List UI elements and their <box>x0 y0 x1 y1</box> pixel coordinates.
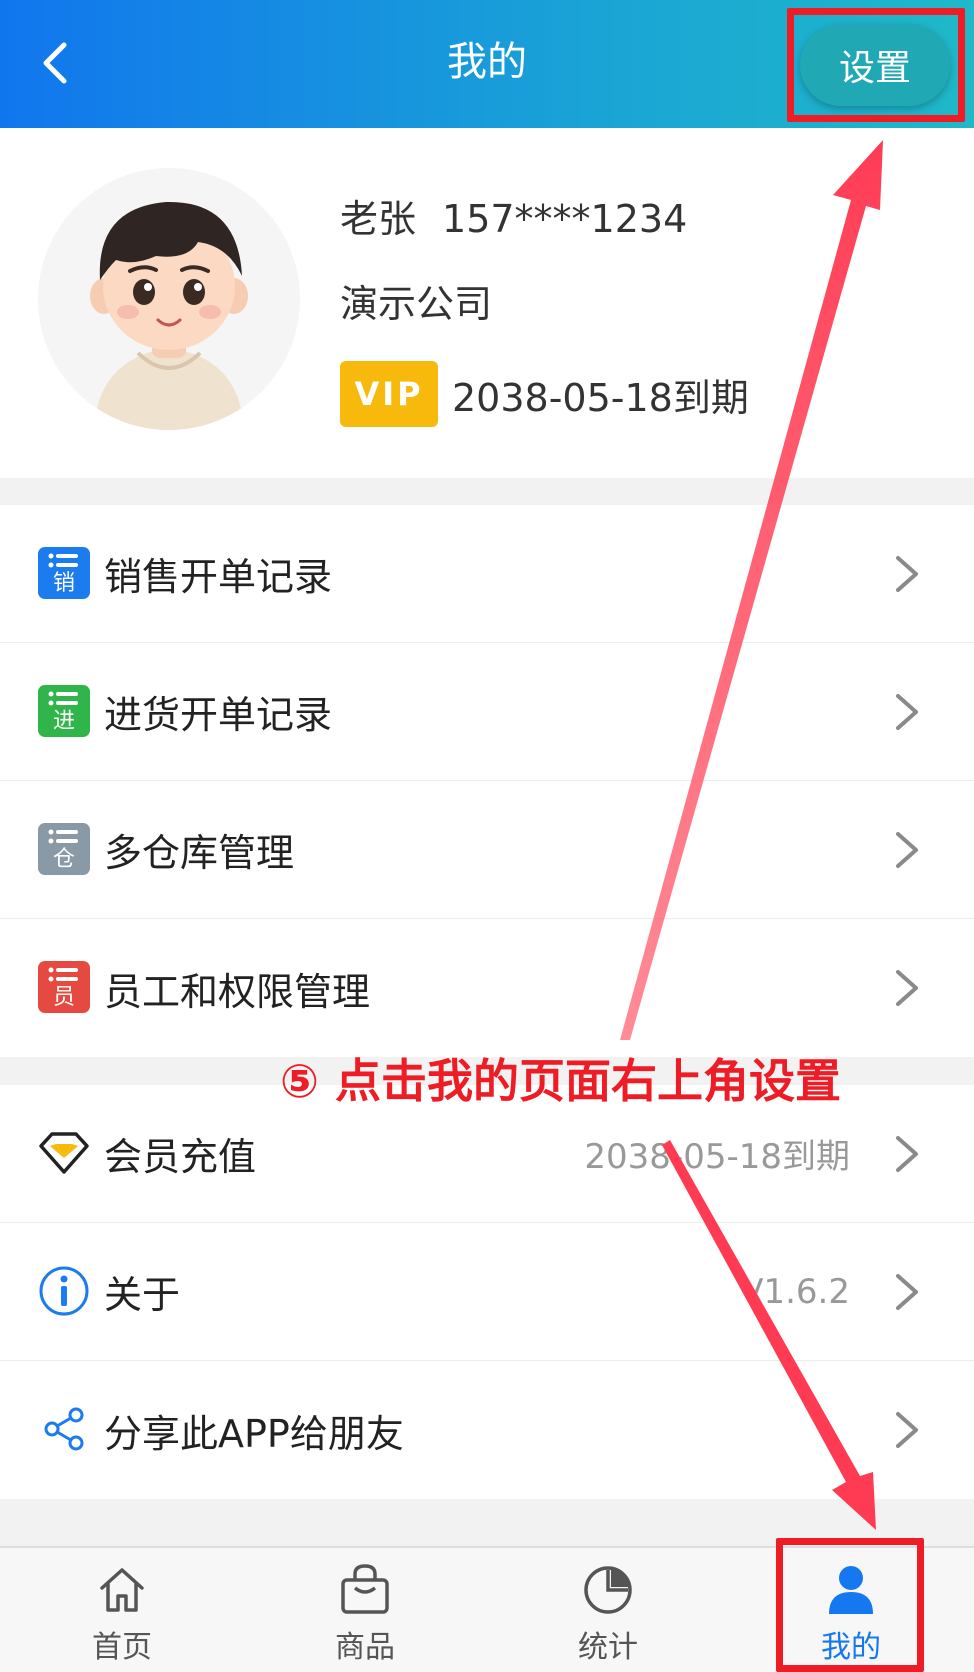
chevron-right-icon <box>896 694 918 730</box>
pie-chart-icon <box>584 1566 632 1614</box>
diamond-icon <box>38 1127 90 1179</box>
staff-list-icon: 员 <box>38 961 90 1013</box>
tab-home[interactable]: 首页 <box>42 1548 202 1672</box>
icon-char: 进 <box>52 709 75 734</box>
menu-item-purchase-records[interactable]: 进 进货开单记录 <box>0 643 974 781</box>
menu-item-about[interactable]: 关于 V1.6.2 <box>0 1223 974 1361</box>
vip-expire-date: 2038-05-18到期 <box>452 375 749 420</box>
annotation-text: ⑤ 点击我的页面右上角设置 <box>280 1054 841 1108</box>
profile-name-row: 老张 157****1234 <box>340 188 687 243</box>
bag-icon <box>341 1564 389 1614</box>
menu-item-warehouse-management[interactable]: 仓 多仓库管理 <box>0 781 974 919</box>
info-icon <box>38 1265 90 1317</box>
tab-label: 首页 <box>92 1630 152 1665</box>
profile-card: 老张 157****1234 演示公司 VIP 2038-05-18到期 <box>0 128 974 478</box>
secondary-menu-list: 会员充值 2038-05-18到期 关于 V1.6.2 分享此APP给朋友 <box>0 1085 974 1499</box>
sales-list-icon: 销 <box>38 547 90 599</box>
menu-item-label: 会员充值 <box>104 1135 257 1179</box>
chevron-right-icon <box>896 832 918 868</box>
primary-menu-list: 销 销售开单记录 进 进货开单记录 仓 多仓库管理 员 员工和权限管理 <box>0 505 974 1057</box>
menu-item-label: 多仓库管理 <box>104 831 295 875</box>
icon-char: 销 <box>52 571 75 596</box>
company-name: 演示公司 <box>340 282 493 326</box>
chevron-right-icon <box>896 970 918 1006</box>
icon-char: 员 <box>52 985 75 1010</box>
tab-statistics[interactable]: 统计 <box>528 1548 688 1672</box>
share-icon <box>38 1403 90 1455</box>
user-name: 老张 <box>340 197 417 241</box>
vip-row: VIP 2038-05-18到期 <box>340 361 749 427</box>
chevron-right-icon <box>896 1136 918 1172</box>
menu-item-share-app[interactable]: 分享此APP给朋友 <box>0 1361 974 1499</box>
menu-item-label: 员工和权限管理 <box>104 969 371 1014</box>
app-version: V1.6.2 <box>740 1271 850 1312</box>
chevron-right-icon <box>896 1412 918 1448</box>
warehouse-list-icon: 仓 <box>38 823 90 875</box>
menu-item-label: 关于 <box>104 1273 181 1317</box>
tab-products[interactable]: 商品 <box>285 1548 445 1672</box>
menu-item-sales-records[interactable]: 销 销售开单记录 <box>0 505 974 643</box>
tab-label: 统计 <box>578 1630 638 1665</box>
purchase-list-icon: 进 <box>38 685 90 737</box>
icon-char: 仓 <box>52 847 75 872</box>
chevron-right-icon <box>896 556 918 592</box>
menu-item-label: 进货开单记录 <box>104 693 333 737</box>
user-phone: 157****1234 <box>442 197 688 241</box>
avatar-illustration <box>38 168 300 430</box>
menu-item-value: 2038-05-18到期 <box>584 1137 850 1177</box>
vip-badge: VIP <box>340 361 438 427</box>
menu-item-staff-permissions[interactable]: 员 员工和权限管理 <box>0 919 974 1057</box>
menu-item-label: 销售开单记录 <box>104 555 333 599</box>
menu-item-label: 分享此APP给朋友 <box>104 1411 404 1456</box>
annotation-highlight-settings <box>787 8 965 122</box>
tab-label: 商品 <box>335 1630 395 1665</box>
home-icon <box>100 1568 144 1612</box>
annotation-highlight-mine-tab <box>776 1538 924 1672</box>
avatar[interactable] <box>38 168 300 430</box>
chevron-right-icon <box>896 1274 918 1310</box>
